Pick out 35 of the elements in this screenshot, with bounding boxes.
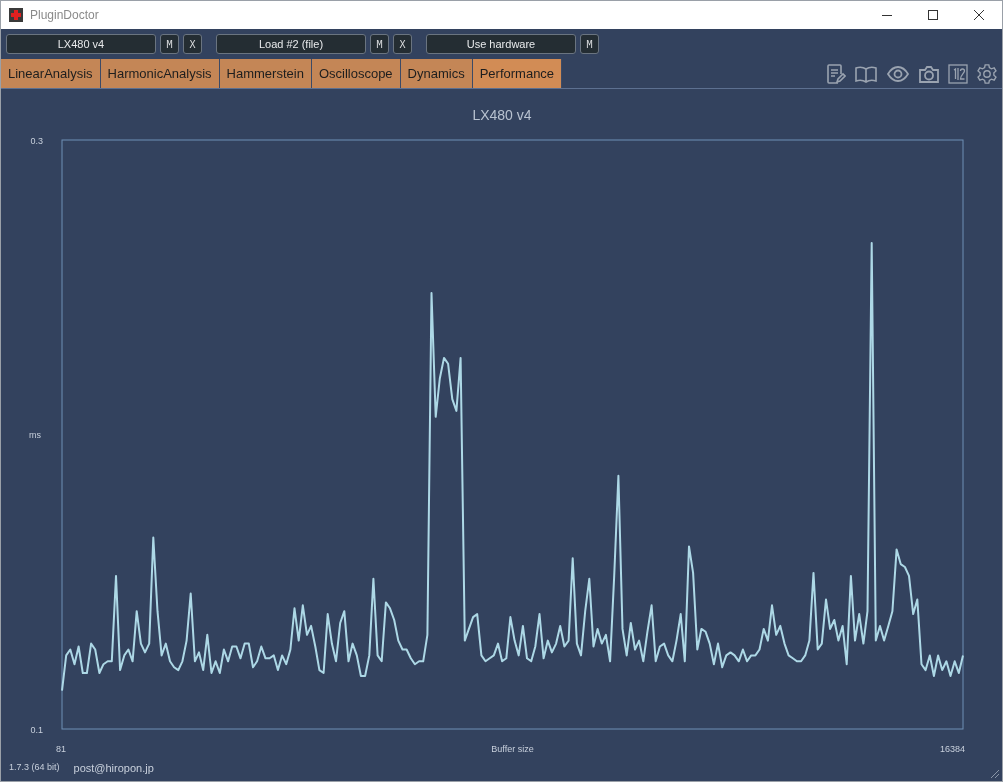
slot-button[interactable]: M [160, 34, 179, 54]
chart-title: LX480 v4 [472, 107, 532, 123]
plugin-slot-field[interactable]: Use hardware [426, 34, 576, 54]
eye-icon[interactable] [886, 65, 910, 83]
contact-email: post@hiropon.jp [73, 760, 154, 776]
version-label: 1.7.3 (64 bit) [9, 761, 60, 775]
y-axis-label: ms [29, 429, 41, 440]
x-tick-label: 81 [56, 744, 66, 754]
slot-button[interactable]: M [370, 34, 389, 54]
tab[interactable]: Performance [472, 59, 563, 88]
x-tick-label: 16384 [939, 744, 965, 754]
settings-icon[interactable] [976, 63, 998, 85]
tab[interactable]: Hammerstein [219, 59, 312, 88]
x-axis-label: Buffer size [491, 744, 534, 754]
y-tick-label: 0.1 [30, 725, 43, 735]
slot-button[interactable]: X [393, 34, 412, 54]
window-title: PluginDoctor [30, 7, 99, 24]
tab[interactable]: HarmonicAnalysis [100, 59, 220, 88]
slot-button[interactable]: X [183, 34, 202, 54]
resize-grip-icon[interactable] [988, 767, 1000, 779]
app-logo-icon [9, 8, 23, 22]
y-tick-label: 0.3 [30, 136, 43, 146]
book-icon[interactable] [854, 64, 878, 84]
maximize-icon [928, 10, 938, 20]
minimize-icon [882, 14, 892, 16]
slot-button[interactable]: M [580, 34, 599, 54]
notes-icon[interactable] [824, 63, 846, 85]
tab[interactable]: Dynamics [400, 59, 473, 88]
close-icon [974, 10, 984, 20]
tab[interactable]: LinearAnalysis [1, 59, 101, 88]
camera-icon[interactable] [918, 64, 940, 84]
plugin-slot-field[interactable]: LX480 v4 [6, 34, 156, 54]
tab[interactable]: Oscilloscope [311, 59, 401, 88]
split-view-icon[interactable] [948, 64, 968, 84]
plugin-slot-field[interactable]: Load #2 (file) [216, 34, 366, 54]
